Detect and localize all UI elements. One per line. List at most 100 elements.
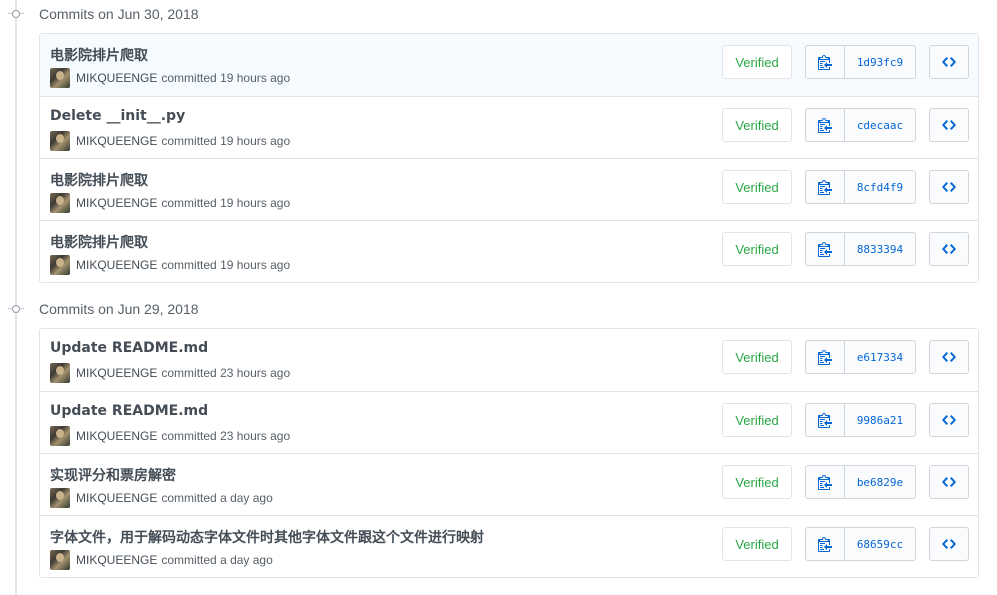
verified-badge[interactable]: Verified [722, 170, 792, 204]
commit-row: 实现评分和票房解密 MIKQUEENGE committed a day ago… [40, 453, 978, 515]
commit-title-link[interactable]: 字体文件，用于解码动态字体文件时其他字体文件跟这个文件进行映射 [50, 527, 484, 547]
clipboard-icon [818, 180, 832, 195]
code-icon [942, 57, 956, 67]
verified-badge[interactable]: Verified [722, 232, 792, 266]
browse-repo-button[interactable] [929, 403, 969, 437]
author-link[interactable]: MIKQUEENGE [76, 134, 157, 148]
avatar[interactable] [50, 255, 70, 275]
author-link[interactable]: MIKQUEENGE [76, 491, 157, 505]
commit-row: 电影院排片爬取 MIKQUEENGE committed 19 hours ag… [40, 34, 978, 96]
commit-action: committed [161, 491, 217, 505]
avatar[interactable] [50, 363, 70, 383]
group-date-label: Commits on Jun 30, 2018 [39, 6, 199, 22]
copy-sha-button[interactable] [805, 403, 845, 437]
commit-time: a day ago [220, 491, 273, 505]
commit-time: 23 hours ago [220, 366, 291, 380]
group-date-label: Commits on Jun 29, 2018 [39, 301, 199, 317]
commit-action: committed [161, 71, 217, 85]
commit-row: 字体文件，用于解码动态字体文件时其他字体文件跟这个文件进行映射 MIKQUEEN… [40, 515, 978, 577]
commit-meta: MIKQUEENGE committed 19 hours ago [50, 131, 290, 151]
commit-time: a day ago [220, 553, 273, 567]
browse-repo-button[interactable] [929, 232, 969, 266]
commit-action: committed [161, 258, 217, 272]
sha-button-group: 9986a21 [805, 403, 916, 437]
copy-sha-button[interactable] [805, 465, 845, 499]
commit-sha-link[interactable]: cdecaac [845, 108, 916, 142]
commit-title-link[interactable]: 电影院排片爬取 [50, 232, 148, 252]
commit-meta: MIKQUEENGE committed a day ago [50, 488, 273, 508]
commit-title-link[interactable]: 电影院排片爬取 [50, 170, 148, 190]
browse-repo-button[interactable] [929, 527, 969, 561]
copy-sha-button[interactable] [805, 45, 845, 79]
commit-title-link[interactable]: 电影院排片爬取 [50, 45, 148, 65]
browse-repo-button[interactable] [929, 170, 969, 204]
commit-sha-link[interactable]: 68659cc [845, 527, 916, 561]
commit-action: committed [161, 429, 217, 443]
browse-repo-button[interactable] [929, 465, 969, 499]
commit-time: 19 hours ago [220, 134, 291, 148]
commit-meta: MIKQUEENGE committed 19 hours ago [50, 193, 290, 213]
browse-repo-button[interactable] [929, 108, 969, 142]
avatar[interactable] [50, 193, 70, 213]
copy-sha-button[interactable] [805, 232, 845, 266]
sha-button-group: 1d93fc9 [805, 45, 916, 79]
commit-title-link[interactable]: Update README.md [50, 340, 208, 356]
commit-sha-link[interactable]: be6829e [845, 465, 916, 499]
commit-row: 电影院排片爬取 MIKQUEENGE committed 19 hours ag… [40, 158, 978, 220]
commit-sha-link[interactable]: e617334 [845, 340, 916, 374]
avatar[interactable] [50, 488, 70, 508]
code-icon [942, 539, 956, 549]
verified-badge[interactable]: Verified [722, 45, 792, 79]
commit-sha-link[interactable]: 1d93fc9 [845, 45, 916, 79]
author-link[interactable]: MIKQUEENGE [76, 196, 157, 210]
commit-group: Commits on Jun 30, 2018 电影院排片爬取 MIKQUEEN… [0, 0, 997, 283]
commit-row: 电影院排片爬取 MIKQUEENGE committed 19 hours ag… [40, 220, 978, 282]
avatar[interactable] [50, 68, 70, 88]
commit-sha-link[interactable]: 9986a21 [845, 403, 916, 437]
verified-badge[interactable]: Verified [722, 403, 792, 437]
commit-sha-link[interactable]: 8cfd4f9 [845, 170, 916, 204]
copy-sha-button[interactable] [805, 340, 845, 374]
commit-row: Update README.md MIKQUEENGE committed 23… [40, 391, 978, 453]
verified-badge[interactable]: Verified [722, 108, 792, 142]
copy-sha-button[interactable] [805, 170, 845, 204]
commit-title-link[interactable]: 实现评分和票房解密 [50, 465, 176, 485]
sha-button-group: 8833394 [805, 232, 916, 266]
verified-badge[interactable]: Verified [722, 340, 792, 374]
browse-repo-button[interactable] [929, 45, 969, 79]
clipboard-icon [818, 118, 832, 133]
avatar[interactable] [50, 131, 70, 151]
code-icon [942, 120, 956, 130]
sha-button-group: 68659cc [805, 527, 916, 561]
commit-meta: MIKQUEENGE committed 23 hours ago [50, 426, 290, 446]
verified-badge[interactable]: Verified [722, 527, 792, 561]
commit-time: 19 hours ago [220, 71, 291, 85]
commit-row: Delete __init__.py MIKQUEENGE committed … [40, 96, 978, 158]
commit-action: committed [161, 134, 217, 148]
commit-time: 23 hours ago [220, 429, 291, 443]
sha-button-group: cdecaac [805, 108, 916, 142]
code-icon [942, 244, 956, 254]
author-link[interactable]: MIKQUEENGE [76, 258, 157, 272]
commit-list: Update README.md MIKQUEENGE committed 23… [39, 328, 979, 578]
commit-time: 19 hours ago [220, 258, 291, 272]
commit-list: 电影院排片爬取 MIKQUEENGE committed 19 hours ag… [39, 33, 979, 283]
commit-title-link[interactable]: Update README.md [50, 403, 208, 419]
verified-badge[interactable]: Verified [722, 465, 792, 499]
copy-sha-button[interactable] [805, 527, 845, 561]
clipboard-icon [818, 413, 832, 428]
commit-action: committed [161, 366, 217, 380]
commit-title-link[interactable]: Delete __init__.py [50, 108, 185, 124]
commit-sha-link[interactable]: 8833394 [845, 232, 916, 266]
commit-meta: MIKQUEENGE committed 19 hours ago [50, 68, 290, 88]
author-link[interactable]: MIKQUEENGE [76, 553, 157, 567]
code-icon [942, 182, 956, 192]
avatar[interactable] [50, 550, 70, 570]
author-link[interactable]: MIKQUEENGE [76, 366, 157, 380]
browse-repo-button[interactable] [929, 340, 969, 374]
author-link[interactable]: MIKQUEENGE [76, 71, 157, 85]
commit-row: Update README.md MIKQUEENGE committed 23… [40, 329, 978, 391]
copy-sha-button[interactable] [805, 108, 845, 142]
avatar[interactable] [50, 426, 70, 446]
author-link[interactable]: MIKQUEENGE [76, 429, 157, 443]
